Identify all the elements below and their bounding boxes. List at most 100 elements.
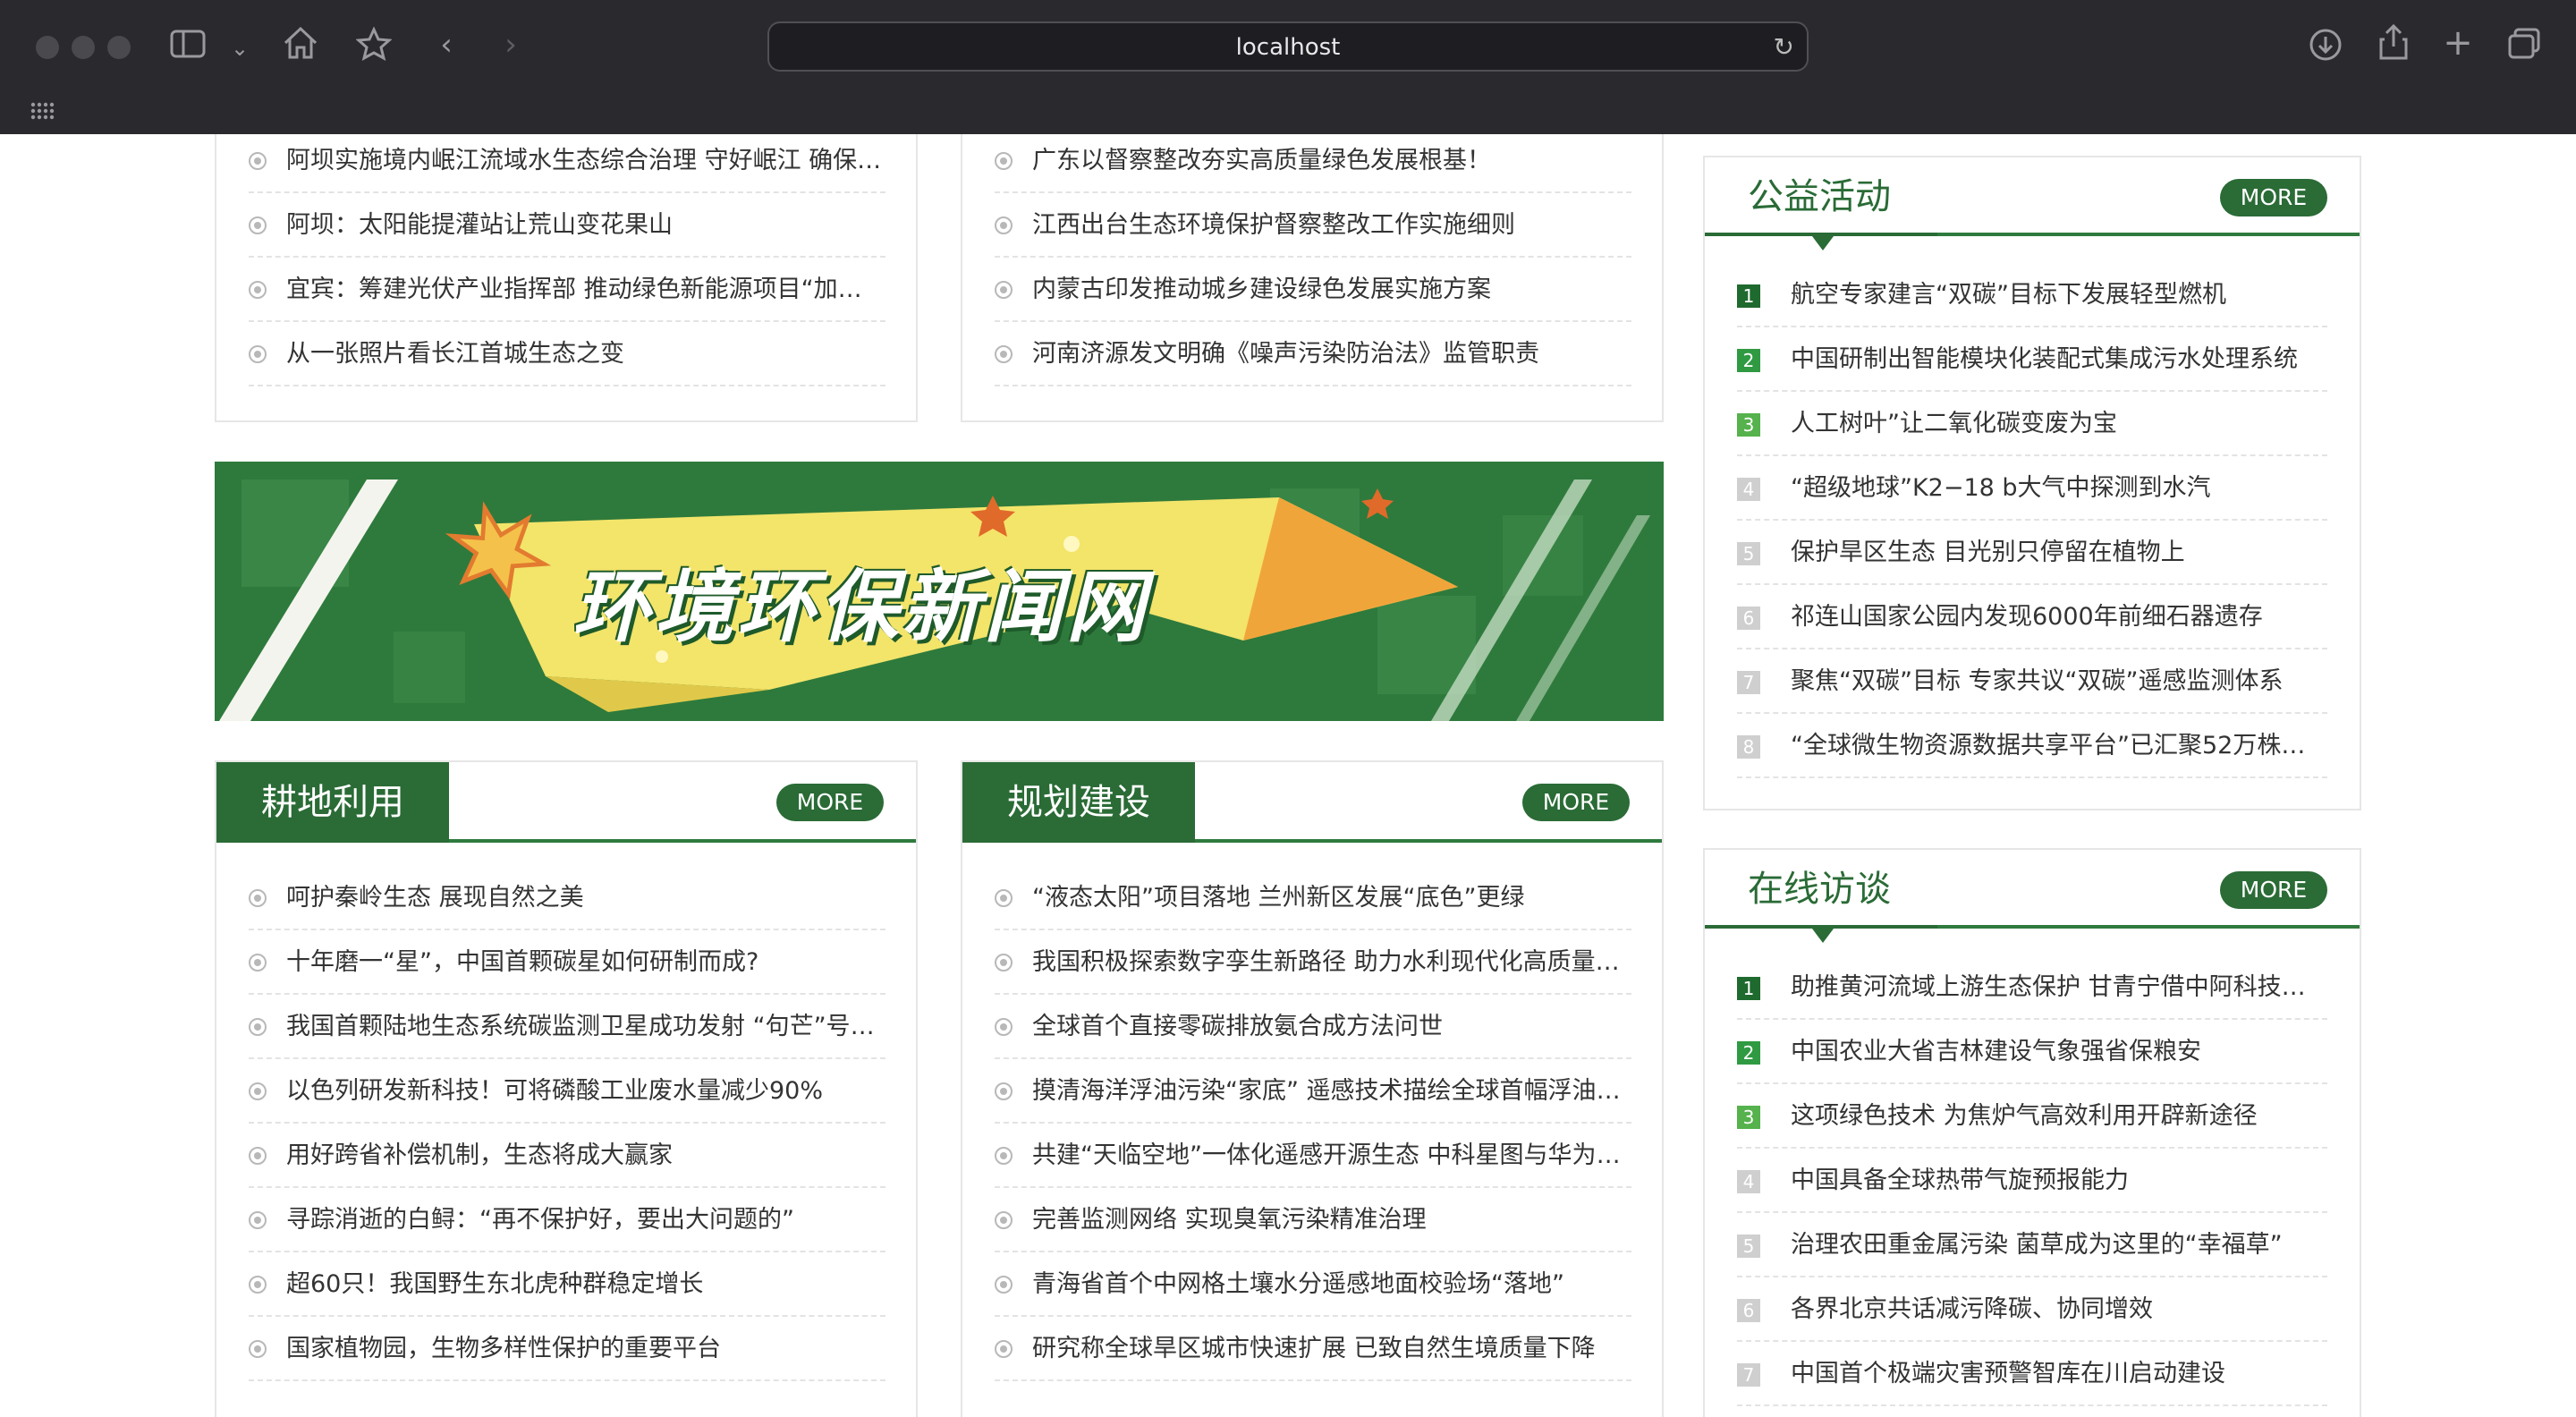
section-title[interactable]: 公益活动 — [1748, 170, 1891, 224]
news-title[interactable]: 江西出台生态环境保护督察整改工作实施细则 — [1032, 211, 1515, 239]
list-item[interactable]: 从一张照片看长江首城生态之变 — [249, 322, 886, 386]
list-item[interactable]: 6 祁连山国家公园内发现6000年前细石器遗存 — [1737, 585, 2327, 649]
list-item[interactable]: 寻踪消逝的白鲟：“再不保护好，要出大问题的” — [249, 1188, 886, 1252]
news-title[interactable]: 人工树叶”让二氧化碳变废为宝 — [1791, 410, 2117, 437]
list-item[interactable]: 共建“天临空地”一体化遥感开源生态 中科星图与华为云合作 — [995, 1124, 1631, 1188]
news-title[interactable]: 内蒙古印发推动城乡建设绿色发展实施方案 — [1032, 276, 1491, 303]
list-item[interactable]: 5 保护旱区生态 目光别只停留在植物上 — [1737, 521, 2327, 585]
news-title[interactable]: 阿坝实施境内岷江流域水生态综合治理 守好岷江 确保一江清水向东流 — [286, 147, 886, 174]
news-title[interactable]: 聚焦“双碳”目标 专家共议“双碳”遥感监测体系 — [1791, 667, 2284, 695]
section-title[interactable]: 规划建设 — [962, 762, 1195, 843]
list-item[interactable]: 3 这项绿色技术 为焦炉气高效利用开辟新途径 — [1737, 1084, 2327, 1149]
more-button[interactable]: MORE — [2220, 871, 2327, 909]
reload-icon[interactable]: ↻ — [1774, 32, 1794, 62]
chevron-down-icon[interactable]: ⌄ — [227, 30, 252, 66]
list-item[interactable]: 3 人工树叶”让二氧化碳变废为宝 — [1737, 392, 2327, 456]
list-item[interactable]: 阿坝实施境内岷江流域水生态综合治理 守好岷江 确保一江清水向东流 — [249, 134, 886, 193]
news-title[interactable]: 共建“天临空地”一体化遥感开源生态 中科星图与华为云合作 — [1032, 1141, 1631, 1169]
tabs-icon[interactable] — [2504, 27, 2544, 69]
star-icon[interactable] — [354, 26, 394, 69]
news-title[interactable]: 宜宾：筹建光伏产业指挥部 推动绿色新能源项目“加速跑” — [286, 276, 886, 303]
list-item[interactable]: 用好跨省补偿机制，生态将成大赢家 — [249, 1124, 886, 1188]
news-title[interactable]: 完善监测网络 实现臭氧污染精准治理 — [1032, 1206, 1427, 1234]
news-title[interactable]: 寻踪消逝的白鲟：“再不保护好，要出大问题的” — [286, 1206, 794, 1234]
back-icon[interactable]: ‹ — [433, 27, 460, 63]
news-title[interactable]: 保护旱区生态 目光别只停留在植物上 — [1791, 539, 2185, 566]
list-item[interactable]: 5 治理农田重金属污染 菌草成为这里的“幸福草” — [1737, 1213, 2327, 1277]
zoom-window-button[interactable] — [107, 36, 131, 59]
news-title[interactable]: 河南济源发文明确《噪声污染防治法》监管职责 — [1032, 340, 1539, 368]
list-item[interactable]: 以色列研发新科技！可将磷酸工业废水量减少90% — [249, 1059, 886, 1124]
close-window-button[interactable] — [36, 36, 59, 59]
list-item[interactable]: 2 中国农业大省吉林建设气象强省保粮安 — [1737, 1020, 2327, 1084]
list-item[interactable]: 研究称全球旱区城市快速扩展 已致自然生境质量下降 — [995, 1317, 1631, 1381]
news-title[interactable]: 研究称全球旱区城市快速扩展 已致自然生境质量下降 — [1032, 1335, 1596, 1362]
list-item[interactable]: 江西出台生态环境保护督察整改工作实施细则 — [995, 193, 1631, 258]
news-title[interactable]: 阿坝：太阳能提灌站让荒山变花果山 — [286, 211, 673, 239]
sidebar-icon[interactable] — [170, 29, 206, 67]
news-title[interactable]: 广东以督察整改夯实高质量绿色发展根基！ — [1032, 147, 1491, 174]
list-item[interactable]: 完善监测网络 实现臭氧污染精准治理 — [995, 1188, 1631, 1252]
list-item[interactable]: 国家植物园，生物多样性保护的重要平台 — [249, 1317, 886, 1381]
news-title[interactable]: 超60只！我国野生东北虎种群稳定增长 — [286, 1270, 703, 1298]
list-item[interactable]: 摸清海洋浮油污染“家底” 遥感技术描绘全球首幅浮油分布图 — [995, 1059, 1631, 1124]
list-item[interactable]: 4 中国具备全球热带气旋预报能力 — [1737, 1149, 2327, 1213]
news-title[interactable]: 我国积极探索数字孪生新路径 助力水利现代化高质量发展 — [1032, 948, 1631, 976]
list-item[interactable]: 我国首颗陆地生态系统碳监测卫星成功发射 “句芒”号上天 — [249, 995, 886, 1059]
news-title[interactable]: 从一张照片看长江首城生态之变 — [286, 340, 624, 368]
news-title[interactable]: 治理农田重金属污染 菌草成为这里的“幸福草” — [1791, 1231, 2283, 1259]
news-title[interactable]: 中国研制出智能模块化装配式集成污水处理系统 — [1791, 345, 2298, 373]
section-title[interactable]: 耕地利用 — [216, 762, 449, 843]
news-title[interactable]: 祁连山国家公园内发现6000年前细石器遗存 — [1791, 603, 2263, 631]
news-title[interactable]: 青海省首个中网格土壤水分遥感地面校验场“落地” — [1032, 1270, 1564, 1298]
list-item[interactable]: 广东以督察整改夯实高质量绿色发展根基！ — [995, 134, 1631, 193]
news-title[interactable]: 以色列研发新科技！可将磷酸工业废水量减少90% — [286, 1077, 823, 1105]
download-icon[interactable] — [2306, 27, 2345, 71]
list-item[interactable]: 1 助推黄河流域上游生态保护 甘青宁借中阿科技博览会拓展合作 — [1737, 955, 2327, 1020]
news-title[interactable]: 呵护秦岭生态 展现自然之美 — [286, 884, 584, 912]
more-button[interactable]: MORE — [1522, 784, 1630, 821]
list-item[interactable]: 4 “超级地球”K2−18 b大气中探测到水汽 — [1737, 456, 2327, 521]
list-item[interactable]: 内蒙古印发推动城乡建设绿色发展实施方案 — [995, 258, 1631, 322]
news-title[interactable]: 全球首个直接零碳排放氨合成方法问世 — [1032, 1013, 1443, 1040]
more-button[interactable]: MORE — [776, 784, 884, 821]
news-title[interactable]: 我国首颗陆地生态系统碳监测卫星成功发射 “句芒”号上天 — [286, 1013, 886, 1040]
news-title[interactable]: 中国首个极端灾害预警智库在川启动建设 — [1791, 1360, 2225, 1387]
section-title[interactable]: 在线访谈 — [1748, 862, 1891, 916]
news-title[interactable]: 摸清海洋浮油污染“家底” 遥感技术描绘全球首幅浮油分布图 — [1032, 1077, 1631, 1105]
list-item[interactable]: 我国积极探索数字孪生新路径 助力水利现代化高质量发展 — [995, 930, 1631, 995]
list-item[interactable]: 7 中国首个极端灾害预警智库在川启动建设 — [1737, 1342, 2327, 1406]
list-item[interactable]: 阿坝：太阳能提灌站让荒山变花果山 — [249, 193, 886, 258]
home-icon[interactable] — [281, 25, 320, 69]
new-tab-icon[interactable]: + — [2438, 25, 2478, 61]
news-title[interactable]: “全球微生物资源数据共享平台”已汇聚52万株微生物资源 — [1791, 732, 2327, 759]
list-item[interactable]: 1 航空专家建言“双碳”目标下发展轻型燃机 — [1737, 263, 2327, 327]
news-title[interactable]: 航空专家建言“双碳”目标下发展轻型燃机 — [1791, 281, 2226, 309]
share-icon[interactable] — [2374, 23, 2413, 69]
list-item[interactable]: “液态太阳”项目落地 兰州新区发展“底色”更绿 — [995, 866, 1631, 930]
list-item[interactable]: 河南济源发文明确《噪声污染防治法》监管职责 — [995, 322, 1631, 386]
address-bar[interactable]: localhost ↻ — [767, 21, 1809, 72]
list-item[interactable]: 青海省首个中网格土壤水分遥感地面校验场“落地” — [995, 1252, 1631, 1317]
news-title[interactable]: 这项绿色技术 为焦炉气高效利用开辟新途径 — [1791, 1102, 2258, 1130]
news-title[interactable]: 助推黄河流域上游生态保护 甘青宁借中阿科技博览会拓展合作 — [1791, 973, 2327, 1001]
list-item[interactable]: 全球首个直接零碳排放氨合成方法问世 — [995, 995, 1631, 1059]
news-title[interactable]: 中国具备全球热带气旋预报能力 — [1791, 1167, 2129, 1194]
list-item[interactable]: 超60只！我国野生东北虎种群稳定增长 — [249, 1252, 886, 1317]
news-title[interactable]: 十年磨一“星”，中国首颗碳星如何研制而成? — [286, 948, 758, 976]
news-title[interactable]: 各界北京共话减污降碳、协同增效 — [1791, 1295, 2153, 1323]
list-item[interactable]: 宜宾：筹建光伏产业指挥部 推动绿色新能源项目“加速跑” — [249, 258, 886, 322]
list-item[interactable]: 8 “全球微生物资源数据共享平台”已汇聚52万株微生物资源 — [1737, 714, 2327, 778]
news-title[interactable]: “超级地球”K2−18 b大气中探测到水汽 — [1791, 474, 2211, 502]
forward-icon[interactable]: › — [497, 27, 524, 63]
minimize-window-button[interactable] — [72, 36, 95, 59]
list-item[interactable]: 6 各界北京共话减污降碳、协同增效 — [1737, 1277, 2327, 1342]
site-banner[interactable]: 环境环保新闻网 — [215, 462, 1664, 721]
list-item[interactable]: 呵护秦岭生态 展现自然之美 — [249, 866, 886, 930]
more-button[interactable]: MORE — [2220, 179, 2327, 216]
list-item[interactable]: 2 中国研制出智能模块化装配式集成污水处理系统 — [1737, 327, 2327, 392]
news-title[interactable]: 中国农业大省吉林建设气象强省保粮安 — [1791, 1038, 2201, 1065]
list-item[interactable]: 十年磨一“星”，中国首颗碳星如何研制而成? — [249, 930, 886, 995]
news-title[interactable]: 国家植物园，生物多样性保护的重要平台 — [286, 1335, 721, 1362]
news-title[interactable]: 用好跨省补偿机制，生态将成大赢家 — [286, 1141, 673, 1169]
